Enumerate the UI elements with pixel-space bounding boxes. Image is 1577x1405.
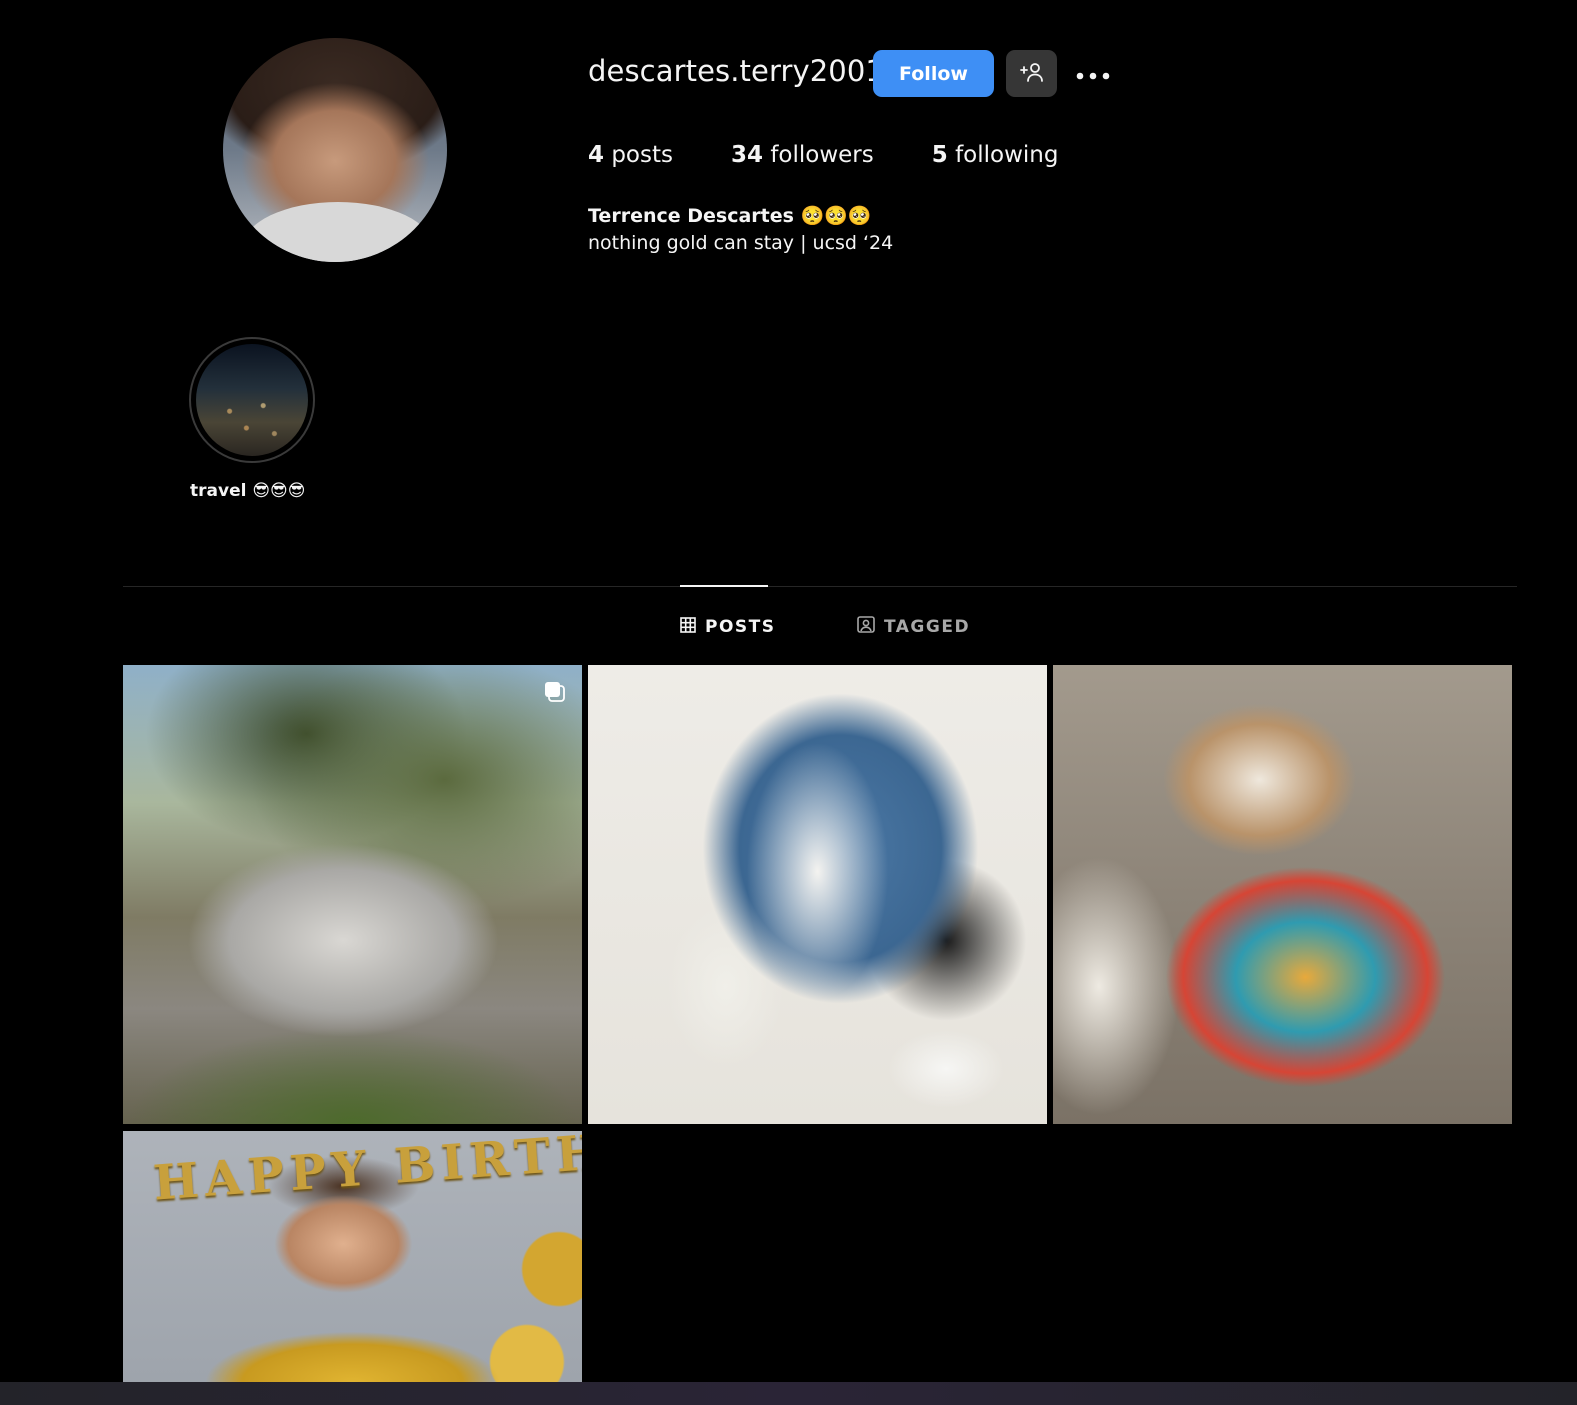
tab-tagged-label: TAGGED <box>884 617 971 637</box>
post-tile-birthday[interactable]: HAPPY BIRTHDAY <box>123 1131 582 1382</box>
tab-posts[interactable]: POSTS <box>680 614 776 640</box>
avatar-shirt <box>243 202 433 262</box>
followers-count: 34 <box>730 142 763 168</box>
post-tile-outfit[interactable] <box>588 665 1047 1124</box>
following-count: 5 <box>931 142 948 168</box>
posts-stat: 4 posts <box>588 142 673 168</box>
story-highlight-travel[interactable] <box>189 337 315 463</box>
posts-count: 4 <box>588 142 605 168</box>
tab-tagged[interactable]: TAGGED <box>857 614 970 640</box>
taskbar-edge <box>0 1382 1577 1405</box>
active-tab-indicator <box>680 585 768 587</box>
following-stat[interactable]: 5 following <box>932 142 1059 168</box>
birthday-banner: HAPPY BIRTHDAY <box>151 1131 582 1212</box>
profile-page: descartes.terry2001 Follow 4 posts 34 fo… <box>0 0 1577 1405</box>
profile-stats: 4 posts 34 followers 5 following <box>588 142 1116 168</box>
tagged-icon <box>857 616 875 638</box>
profile-bio: nothing gold can stay | ucsd ‘24 <box>588 232 894 254</box>
profile-avatar[interactable] <box>223 38 447 262</box>
posts-stat-label: posts <box>611 142 673 168</box>
tab-posts-label: POSTS <box>705 617 776 637</box>
post-tile-car[interactable] <box>123 665 582 1124</box>
suggest-users-button[interactable] <box>1006 50 1057 97</box>
grid-icon <box>680 616 696 638</box>
highlight-label: travel 😎😎😎 <box>190 481 306 501</box>
highlight-cover-image <box>196 344 308 456</box>
follow-button[interactable]: Follow <box>873 50 994 97</box>
profile-full-name: Terrence Descartes 🥺🥺🥺 <box>588 205 872 227</box>
add-user-icon <box>1019 62 1044 85</box>
following-stat-label: following <box>955 142 1059 168</box>
post-tile-dog[interactable] <box>1053 665 1512 1124</box>
multiple-images-icon <box>544 681 566 707</box>
profile-username: descartes.terry2001 <box>588 54 884 88</box>
tabs-divider <box>123 586 1517 587</box>
followers-stat-label: followers <box>770 142 874 168</box>
more-icon <box>1076 65 1110 84</box>
more-options-button[interactable] <box>1072 56 1114 92</box>
followers-stat[interactable]: 34 followers <box>731 142 874 168</box>
